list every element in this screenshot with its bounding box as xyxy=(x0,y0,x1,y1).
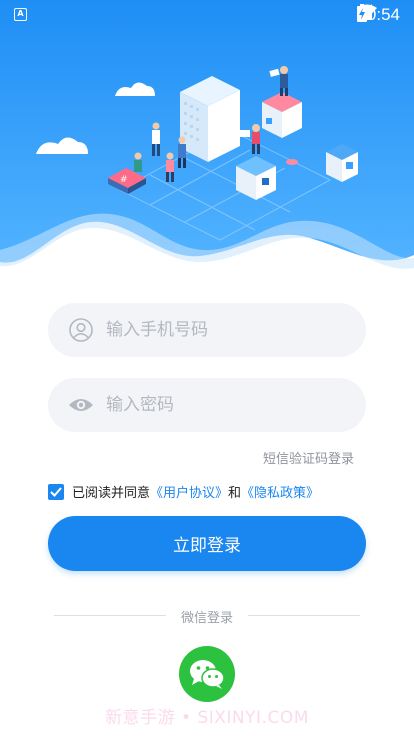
hero-banner: # A 10:54 xyxy=(0,0,414,300)
hero-illustration: # xyxy=(0,0,414,269)
battery-charging-icon xyxy=(357,4,368,22)
agreement-row: 已阅读并同意 《用户协议》 和 《隐私政策》 xyxy=(48,482,319,501)
user-icon xyxy=(68,317,94,343)
watermark: 新意手游 • SIXINYI.COM xyxy=(105,708,309,728)
eye-icon[interactable] xyxy=(68,392,94,418)
wechat-login-button[interactable] xyxy=(179,646,235,702)
status-bar: A 10:54 xyxy=(0,0,414,30)
user-agreement-link[interactable]: 《用户协议》 xyxy=(150,482,228,501)
agreement-joiner: 和 xyxy=(228,486,242,501)
agreement-checkbox[interactable] xyxy=(48,483,64,500)
wechat-icon xyxy=(190,660,225,689)
login-button[interactable]: 立即登录 xyxy=(48,516,366,571)
password-field[interactable] xyxy=(48,378,366,432)
wechat-login-label: 微信登录 xyxy=(180,611,233,626)
phone-field[interactable] xyxy=(48,303,366,357)
checkmark-icon xyxy=(50,486,62,497)
privacy-policy-link[interactable]: 《隐私政策》 xyxy=(241,482,319,501)
phone-input[interactable] xyxy=(106,320,346,340)
sms-login-link[interactable]: 短信验证码登录 xyxy=(263,448,354,467)
app-notification-icon: A xyxy=(14,8,27,21)
password-input[interactable] xyxy=(106,395,346,415)
svg-text:#: # xyxy=(120,175,128,185)
agreement-prefix: 已阅读并同意 xyxy=(72,486,151,501)
